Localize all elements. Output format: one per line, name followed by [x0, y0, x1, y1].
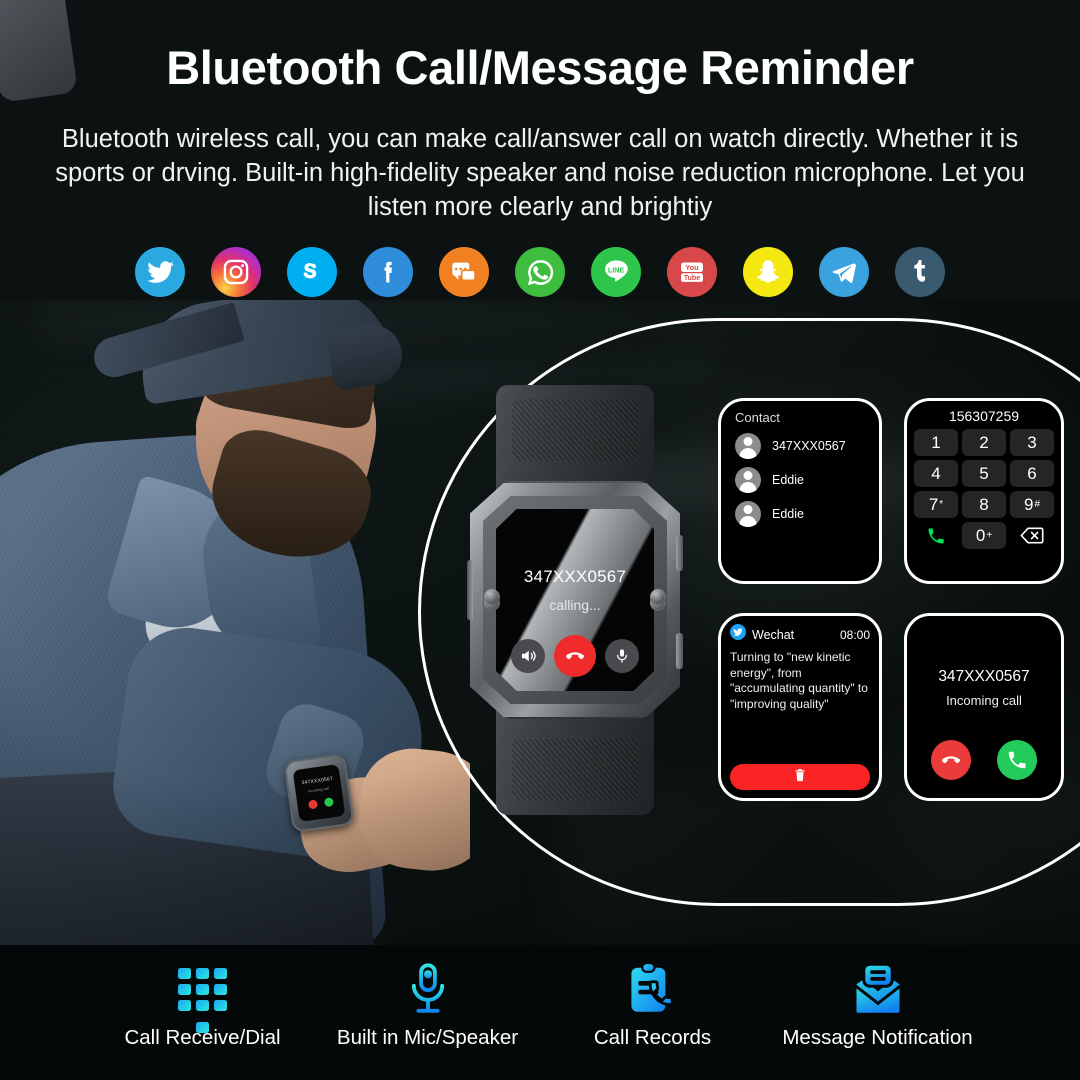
calling-status: calling... — [549, 597, 601, 613]
microphone-icon[interactable] — [605, 639, 639, 673]
message-time: 08:00 — [839, 627, 870, 642]
key-1[interactable]: 1 — [914, 429, 958, 456]
svg-text:LINE: LINE — [608, 266, 625, 275]
feature-call-records: Call Records — [540, 945, 765, 1050]
messages-icon — [439, 247, 489, 297]
key-4[interactable]: 4 — [914, 460, 958, 487]
wrist-watch: 347XXX0567 Incoming call — [283, 753, 355, 833]
svg-text:You: You — [685, 263, 699, 272]
dialer-keypad: 1 2 3 4 5 6 7 * 8 9 # 0 + — [907, 429, 1061, 549]
incoming-call-status: Incoming call — [946, 693, 1022, 708]
incoming-call-actions — [907, 740, 1061, 780]
backspace-icon[interactable] — [1010, 522, 1054, 549]
phone-icon[interactable] — [914, 522, 958, 549]
telegram-icon — [819, 247, 869, 297]
microphone-icon — [405, 958, 451, 1020]
page-description: Bluetooth wireless call, you can make ca… — [55, 125, 1025, 221]
message-header: Wechat 08:00 — [721, 616, 879, 648]
tumblr-icon — [895, 247, 945, 297]
wrist-watch-buttons — [307, 797, 334, 810]
supported-apps-row: LINE You Tube — [0, 245, 1080, 299]
contact-name: Eddie — [772, 507, 804, 521]
key-0[interactable]: 0 + — [962, 522, 1006, 549]
key-3[interactable]: 3 — [1010, 429, 1054, 456]
line-icon: LINE — [591, 247, 641, 297]
call-records-icon — [627, 958, 679, 1020]
instagram-icon — [211, 247, 261, 297]
facebook-icon — [363, 247, 413, 297]
avatar — [735, 501, 761, 527]
smartwatch-hero: 347XXX0567 calling... — [467, 385, 683, 815]
trash-icon — [793, 767, 807, 788]
list-item[interactable]: Eddie — [721, 497, 879, 531]
accept-call-icon — [323, 797, 334, 808]
message-notification-card: Wechat 08:00 Turning to "new kinetic ene… — [718, 613, 882, 801]
feature-label: Built in Mic/Speaker — [336, 1026, 519, 1049]
watch-side-grip — [467, 560, 473, 620]
key-8[interactable]: 8 — [962, 491, 1006, 518]
contact-card-title: Contact — [735, 410, 780, 425]
delete-message-button[interactable] — [730, 764, 870, 790]
incoming-call-number: 347XXX0567 — [938, 668, 1030, 685]
key-7[interactable]: 7 * — [914, 491, 958, 518]
list-item[interactable]: 347XXX0567 — [721, 429, 879, 463]
feature-label: Message Notification — [782, 1026, 973, 1049]
reject-call-icon[interactable] — [931, 740, 971, 780]
contact-name: Eddie — [772, 473, 804, 487]
message-body: Turning to "new kinetic energy", from "a… — [730, 650, 868, 711]
dialer-display: 156307259 — [948, 408, 1020, 424]
calling-number: 347XXX0567 — [523, 567, 627, 586]
youtube-icon: You Tube — [667, 247, 717, 297]
case-screw — [650, 589, 666, 605]
svg-text:Tube: Tube — [684, 275, 700, 282]
case-screw — [484, 589, 500, 605]
snapchat-icon — [743, 247, 793, 297]
key-5[interactable]: 5 — [962, 460, 1006, 487]
contact-list-card: Contact 347XXX0567 Eddie Eddie — [718, 398, 882, 584]
keypad-icon — [178, 958, 227, 1033]
wrist-watch-status: Incoming call — [307, 786, 330, 794]
page-title: Bluetooth Call/Message Reminder — [166, 41, 914, 94]
speaker-icon[interactable] — [511, 639, 545, 673]
feature-built-in-mic-speaker: Built in Mic/Speaker — [315, 945, 540, 1050]
whatsapp-icon — [515, 247, 565, 297]
watch-case: 347XXX0567 calling... — [470, 483, 680, 717]
incoming-call-card: 347XXX0567 Incoming call — [904, 613, 1064, 801]
wrist-watch-screen: 347XXX0567 Incoming call — [292, 764, 346, 822]
message-app-name: Wechat — [752, 627, 795, 642]
contact-name: 347XXX0567 — [772, 439, 846, 453]
feature-strip: Call Receive/Dial Built in Mic/Speaker C… — [0, 945, 1080, 1080]
key-6[interactable]: 6 — [1010, 460, 1054, 487]
reject-call-icon — [307, 799, 318, 810]
list-item[interactable]: Eddie — [721, 463, 879, 497]
feature-message-notification: Message Notification — [765, 945, 990, 1050]
strap-texture — [512, 739, 638, 801]
avatar — [735, 433, 761, 459]
end-call-icon[interactable] — [554, 635, 596, 677]
skype-icon — [287, 247, 337, 297]
watch-side-button[interactable] — [676, 535, 683, 571]
in-call-controls — [496, 635, 654, 677]
twitter-icon — [730, 624, 746, 645]
accept-call-icon[interactable] — [997, 740, 1037, 780]
dialer-card: 156307259 1 2 3 4 5 6 7 * 8 9 # 0 + — [904, 398, 1064, 584]
wrist-watch-number: 347XXX0567 — [301, 775, 334, 787]
message-envelope-icon — [849, 958, 907, 1020]
watch-side-button[interactable] — [676, 633, 683, 669]
strap-texture — [512, 399, 638, 461]
avatar — [735, 467, 761, 493]
key-9[interactable]: 9 # — [1010, 491, 1054, 518]
key-2[interactable]: 2 — [962, 429, 1006, 456]
watch-display: 347XXX0567 calling... — [496, 509, 654, 691]
feature-call-receive-dial: Call Receive/Dial — [90, 945, 315, 1050]
feature-label: Call Records — [593, 1026, 712, 1049]
twitter-icon — [135, 247, 185, 297]
